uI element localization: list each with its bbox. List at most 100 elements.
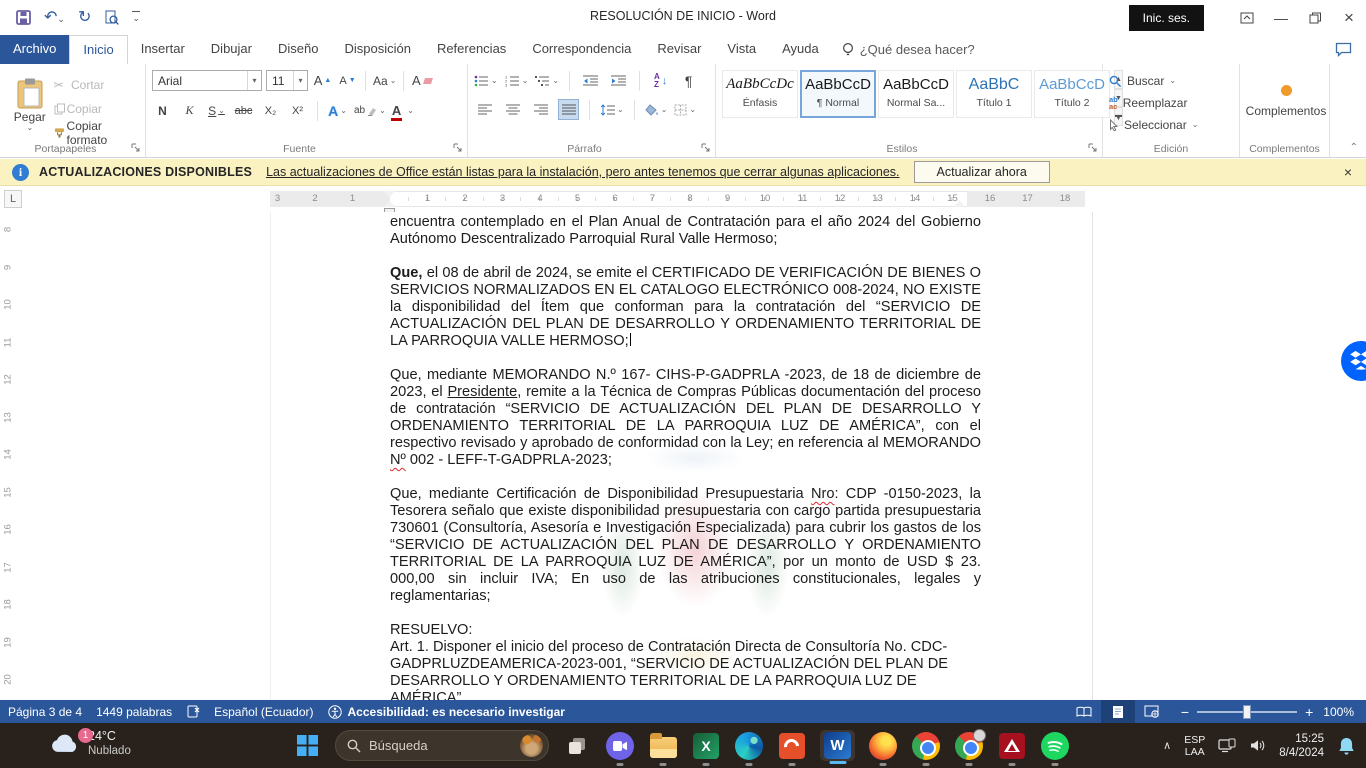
paragraph[interactable]: Art. 1. Disponer el inicio del proceso d… <box>390 639 981 700</box>
tab-dibujar[interactable]: Dibujar <box>198 35 265 64</box>
proofing-error-icon[interactable] <box>186 705 200 718</box>
paste-button[interactable]: Pegar⌄ <box>6 70 54 140</box>
align-center-button[interactable] <box>502 99 523 120</box>
borders-button[interactable]: ⌄ <box>674 99 696 120</box>
tray-overflow-icon[interactable]: ∧ <box>1163 739 1171 752</box>
tab-correspondencia[interactable]: Correspondencia <box>519 35 644 64</box>
format-painter-button[interactable]: Copiar formato <box>54 122 139 143</box>
redo-icon[interactable]: ↻ <box>78 10 91 26</box>
taskbar-app-excel[interactable]: X <box>691 731 721 761</box>
copy-button[interactable]: Copiar <box>54 98 139 119</box>
replace-button[interactable]: abac Reemplazar <box>1109 92 1233 114</box>
tab-revisar[interactable]: Revisar <box>644 35 714 64</box>
styles-dialog-launcher-icon[interactable] <box>1088 143 1099 154</box>
numbered-list-button[interactable]: 123⌄ <box>505 70 529 91</box>
print-layout-icon[interactable] <box>1101 700 1135 723</box>
tab-referencias[interactable]: Referencias <box>424 35 519 64</box>
start-button[interactable] <box>292 731 322 761</box>
volume-icon[interactable] <box>1249 738 1266 753</box>
font-family-select[interactable]: Arial▾ <box>152 70 262 91</box>
taskbar-app-video-meeting[interactable] <box>605 731 635 761</box>
sort-button[interactable]: AZ↓ <box>650 70 671 91</box>
feedback-icon[interactable] <box>1335 35 1352 64</box>
taskbar-app-firefox[interactable] <box>868 731 898 761</box>
tab-diseño[interactable]: Diseño <box>265 35 331 64</box>
paragraph[interactable]: Que, el 08 de abril de 2024, se emite el… <box>390 265 981 350</box>
paragraph-dialog-launcher-icon[interactable] <box>701 143 712 154</box>
web-layout-icon[interactable] <box>1135 700 1169 723</box>
taskbar-app-acrobat[interactable] <box>997 731 1027 761</box>
taskbar-app-word-active[interactable]: W <box>820 730 855 761</box>
show-marks-button[interactable]: ¶ <box>678 70 699 91</box>
change-case-button[interactable]: Aa⌄ <box>373 70 396 91</box>
read-mode-icon[interactable] <box>1067 700 1101 723</box>
align-left-button[interactable] <box>474 99 495 120</box>
taskbar-app-foxit-pdf[interactable] <box>777 731 807 761</box>
tell-me-box[interactable]: ¿Qué desea hacer? <box>832 35 985 64</box>
paragraph[interactable]: RESUELVO: <box>390 622 981 639</box>
increase-indent-button[interactable] <box>608 70 629 91</box>
bold-button[interactable]: N <box>152 100 173 121</box>
align-right-button[interactable] <box>530 99 551 120</box>
paragraph[interactable]: Que, mediante Certificación de Disponibi… <box>390 486 981 605</box>
save-icon[interactable] <box>16 10 31 25</box>
paragraph[interactable]: Que, mediante MEMORANDO N.º 167- CIHS-P-… <box>390 367 981 469</box>
italic-button[interactable]: K <box>179 100 200 121</box>
notification-bell-icon[interactable] <box>1337 736 1356 756</box>
tab-disposición[interactable]: Disposición <box>331 35 423 64</box>
notification-close-icon[interactable]: × <box>1344 164 1352 180</box>
taskbar-app-spotify[interactable] <box>1040 731 1070 761</box>
document-text[interactable]: encuentra contemplado en el Plan Anual d… <box>390 214 981 700</box>
style--nfasis[interactable]: AaBbCcDcÉnfasis <box>722 70 798 118</box>
subscript-button[interactable]: X₂ <box>260 100 281 121</box>
underline-button[interactable]: S⌄ <box>206 100 227 121</box>
font-dialog-launcher-icon[interactable] <box>453 143 464 154</box>
taskbar-app-chrome-profile[interactable] <box>954 731 984 761</box>
grow-font-button[interactable]: A▲ <box>312 70 333 91</box>
justify-button[interactable] <box>558 99 579 120</box>
close-button[interactable]: × <box>1332 0 1366 35</box>
find-button[interactable]: Buscar⌄ <box>1109 70 1233 92</box>
clear-formatting-button[interactable]: A <box>411 70 432 91</box>
page-indicator[interactable]: Página 3 de 4 <box>8 705 82 719</box>
taskbar-app-chrome[interactable] <box>911 731 941 761</box>
shrink-font-button[interactable]: A▼ <box>337 70 358 91</box>
notification-message-link[interactable]: Las actualizaciones de Office están list… <box>266 165 899 179</box>
addins-button[interactable]: Complementos <box>1246 70 1326 132</box>
line-spacing-button[interactable]: ⌄ <box>600 99 624 120</box>
vertical-ruler[interactable]: 891011121314151617181920 <box>0 212 17 700</box>
style-t-tulo-2[interactable]: AaBbCcDTítulo 2 <box>1034 70 1110 118</box>
tab-vista[interactable]: Vista <box>714 35 769 64</box>
weather-widget[interactable]: 1 24°C Nublado <box>50 728 131 758</box>
style--normal[interactable]: AaBbCcD¶ Normal <box>800 70 876 118</box>
superscript-button[interactable]: X² <box>287 100 308 121</box>
select-button[interactable]: Seleccionar⌄ <box>1109 114 1233 136</box>
ribbon-display-options-icon[interactable] <box>1230 0 1264 35</box>
style-normal-sa-[interactable]: AaBbCcDNormal Sa... <box>878 70 954 118</box>
undo-dropdown-icon[interactable]: ⌄ <box>57 14 65 24</box>
text-effects-button[interactable]: A⌄ <box>327 100 348 121</box>
paragraph[interactable]: encuentra contemplado en el Plan Anual d… <box>390 214 981 248</box>
zoom-slider-thumb[interactable] <box>1243 705 1251 719</box>
customize-toolbar-icon[interactable]: ⌄ <box>132 11 140 24</box>
taskbar-app-file-explorer[interactable] <box>648 731 678 761</box>
zoom-in-icon[interactable]: + <box>1305 705 1313 719</box>
decrease-indent-button[interactable] <box>580 70 601 91</box>
cut-button[interactable]: ✂ Cortar <box>54 74 139 95</box>
clipboard-dialog-launcher-icon[interactable] <box>131 143 142 154</box>
strikethrough-button[interactable]: abc <box>233 100 254 121</box>
zoom-slider[interactable] <box>1197 711 1297 713</box>
multilevel-list-button[interactable]: ⌄ <box>535 70 559 91</box>
style-t-tulo-1[interactable]: AaBbCTítulo 1 <box>956 70 1032 118</box>
network-icon[interactable] <box>1218 738 1236 753</box>
document-area[interactable]: 891011121314151617181920 encuentra conte… <box>0 212 1366 700</box>
bullet-list-button[interactable]: ⌄ <box>474 70 498 91</box>
collapse-ribbon-icon[interactable]: ⌃ <box>1350 142 1358 153</box>
horizontal-ruler[interactable]: 321 123456789101112131415 161718 <box>270 191 1085 207</box>
update-now-button[interactable]: Actualizar ahora <box>914 161 1050 183</box>
language-indicator[interactable]: Español (Ecuador) <box>214 705 313 719</box>
undo-icon[interactable]: ↶⌄ <box>44 10 65 26</box>
zoom-level[interactable]: 100% <box>1323 705 1354 719</box>
font-color-button[interactable]: A⌄ <box>392 100 414 121</box>
font-size-select[interactable]: 11▾ <box>266 70 308 91</box>
